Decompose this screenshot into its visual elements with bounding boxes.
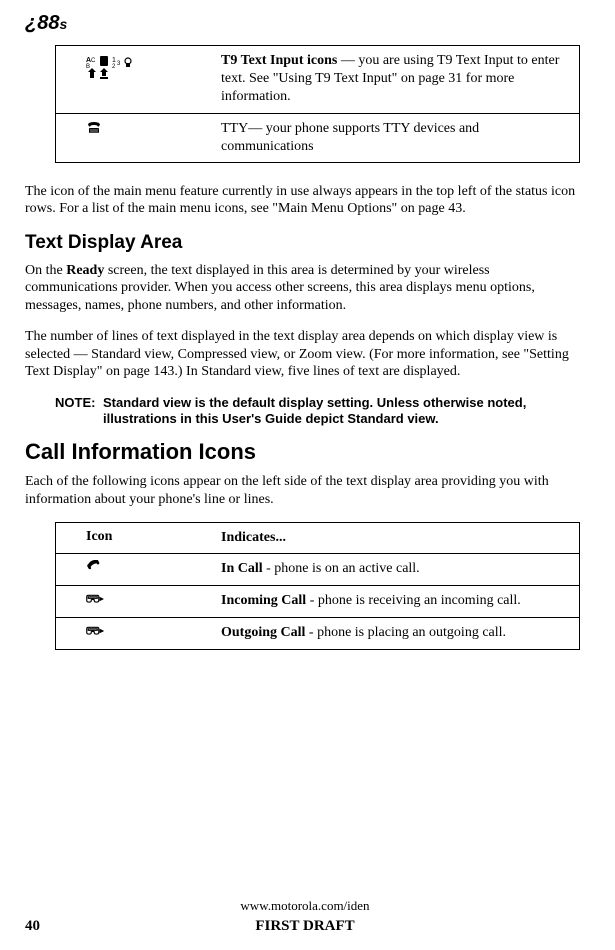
incoming-bold: Incoming Call [221, 593, 306, 608]
main-menu-para: The icon of the main menu feature curren… [25, 183, 585, 218]
t9-icons-icon: A C B 1 3 2 [86, 54, 146, 83]
header-icon: Icon [66, 529, 221, 547]
note-text: Standard view is the default display set… [103, 395, 585, 428]
table-row: A C B 1 3 2 T9 Text Input icons — you ar… [56, 46, 579, 114]
outgoing-desc: Outgoing Call - phone is placing an outg… [221, 624, 569, 643]
text-display-heading: Text Display Area [25, 232, 585, 254]
outgoing-rest: - phone is placing an outgoing call. [305, 625, 506, 640]
table-row: Outgoing Call - phone is placing an outg… [56, 618, 579, 649]
in-call-icon [66, 560, 221, 579]
model-suffix: s [59, 16, 67, 32]
icon-table: A C B 1 3 2 T9 Text Input icons — you ar… [55, 45, 580, 163]
note-block: NOTE: Standard view is the default displ… [55, 395, 585, 428]
in-call-rest: - phone is on an active call. [263, 561, 420, 576]
table-row: TTY— your phone supports TTY devices and… [56, 114, 579, 162]
footer-url: www.motorola.com/iden [25, 898, 585, 914]
incoming-call-icon [66, 592, 221, 611]
tty-desc: TTY— your phone supports TTY devices and… [221, 120, 569, 156]
page-footer: www.motorola.com/iden 40 FIRST DRAFT [25, 898, 585, 935]
outgoing-call-icon [66, 624, 221, 643]
svg-text:C: C [91, 58, 96, 64]
incoming-desc: Incoming Call - phone is receiving an in… [221, 592, 569, 611]
svg-text:1: 1 [112, 57, 116, 64]
outgoing-bold: Outgoing Call [221, 625, 305, 640]
display-lines-para: The number of lines of text displayed in… [25, 328, 585, 381]
model-header: ¿88s [25, 12, 585, 35]
tty-icon [86, 122, 102, 138]
t9-desc-bold: T9 Text Input icons [221, 53, 337, 68]
incoming-rest: - phone is receiving an incoming call. [306, 593, 521, 608]
tty-desc-text: TTY— your phone supports TTY devices and… [221, 121, 479, 154]
para2b: Ready [66, 263, 104, 278]
note-label: NOTE: [55, 395, 103, 428]
model-name: ¿88 [25, 12, 59, 34]
call-info-table: Icon Indicates... In Call - phone is on … [55, 522, 580, 650]
in-call-desc: In Call - phone is on an active call. [221, 560, 569, 579]
draft-label: FIRST DRAFT [65, 918, 545, 935]
tty-icon-cell [66, 120, 221, 156]
call-table-header: Icon Indicates... [56, 523, 579, 554]
in-call-bold: In Call [221, 561, 263, 576]
svg-text:2: 2 [112, 64, 116, 70]
table-row: In Call - phone is on an active call. [56, 554, 579, 586]
ready-screen-para: On the Ready screen, the text displayed … [25, 262, 585, 315]
call-icons-heading: Call Information Icons [25, 439, 585, 465]
t9-icon-cell: A C B 1 3 2 [66, 52, 221, 107]
call-icons-para: Each of the following icons appear on th… [25, 473, 585, 508]
page-number: 40 [25, 918, 65, 935]
t9-desc: T9 Text Input icons — you are using T9 T… [221, 52, 569, 107]
svg-text:3: 3 [117, 61, 121, 67]
table-row: Incoming Call - phone is receiving an in… [56, 586, 579, 618]
para2a: On the [25, 263, 66, 278]
svg-text:B: B [86, 64, 90, 70]
header-indicates: Indicates... [221, 529, 569, 547]
